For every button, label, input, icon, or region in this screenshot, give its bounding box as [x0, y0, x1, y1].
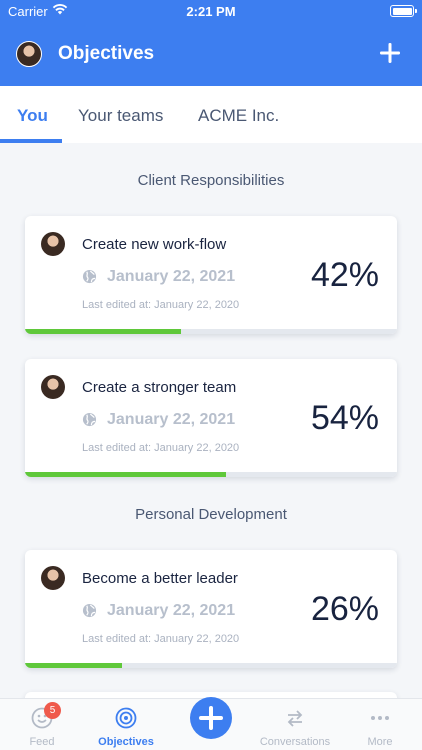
- owner-avatar: [41, 232, 65, 256]
- owner-avatar: [41, 375, 65, 399]
- target-icon: [115, 707, 137, 729]
- swap-arrows-icon: [287, 710, 303, 727]
- objective-title: Become a better leader: [82, 570, 238, 587]
- last-edited: Last edited at: January 22, 2020: [82, 633, 240, 645]
- globe-icon: [82, 269, 97, 289]
- progress-fill: [25, 663, 122, 668]
- progress-bar: [25, 472, 397, 477]
- owner-avatar: [41, 566, 65, 590]
- status-bar: Carrier 2:21 PM: [0, 0, 422, 22]
- section-title: Client Responsibilities: [137, 172, 285, 189]
- app-header: Objectives: [0, 22, 422, 86]
- objective-card[interactable]: Become a better leader January 22, 2021 …: [25, 550, 397, 668]
- tabbar-label: Feed: [29, 736, 55, 748]
- progress-percent: 42%: [310, 256, 379, 294]
- due-date: January 22, 2021: [107, 602, 236, 619]
- due-date: January 22, 2021: [107, 411, 236, 428]
- objective-title: Create new work-flow: [82, 236, 227, 253]
- tabbar-label: Conversations: [259, 736, 331, 748]
- tabbar-label: Objectives: [98, 736, 154, 748]
- tab-your-teams[interactable]: Your teams: [78, 106, 163, 126]
- due-date: January 22, 2021: [107, 268, 236, 285]
- objective-card[interactable]: Create new work-flow January 22, 2021 La…: [25, 216, 397, 334]
- tabbar-label: More: [367, 736, 393, 748]
- create-button[interactable]: [190, 697, 232, 739]
- profile-avatar[interactable]: [16, 41, 42, 67]
- active-tab-indicator: [0, 139, 62, 143]
- progress-percent: 54%: [310, 399, 379, 437]
- plus-icon: [380, 43, 400, 63]
- notification-badge: 5: [44, 702, 61, 719]
- page-title: Objectives: [58, 43, 155, 64]
- progress-fill: [25, 329, 182, 334]
- add-objective-button[interactable]: [376, 39, 404, 67]
- progress-fill: [25, 472, 226, 477]
- progress-percent: 26%: [310, 590, 379, 628]
- clock: 2:21 PM: [186, 4, 236, 19]
- tab-you[interactable]: You: [17, 106, 48, 126]
- bottom-tab-bar: 5 Feed Objectives Conversations More: [0, 697, 422, 750]
- section-title: Personal Development: [135, 506, 287, 523]
- battery-icon: [390, 5, 417, 17]
- globe-icon: [82, 412, 97, 432]
- objective-card[interactable]: Create a stronger team January 22, 2021 …: [25, 359, 397, 477]
- objective-title: Create a stronger team: [82, 379, 237, 396]
- last-edited: Last edited at: January 22, 2020: [82, 299, 240, 311]
- last-edited: Last edited at: January 22, 2020: [82, 442, 240, 454]
- progress-bar: [25, 663, 397, 668]
- globe-icon: [82, 603, 97, 623]
- progress-bar: [25, 329, 397, 334]
- tab-acme[interactable]: ACME Inc.: [198, 106, 279, 126]
- ellipsis-icon: [371, 716, 389, 720]
- scope-tabs: You Your teams ACME Inc.: [0, 86, 422, 143]
